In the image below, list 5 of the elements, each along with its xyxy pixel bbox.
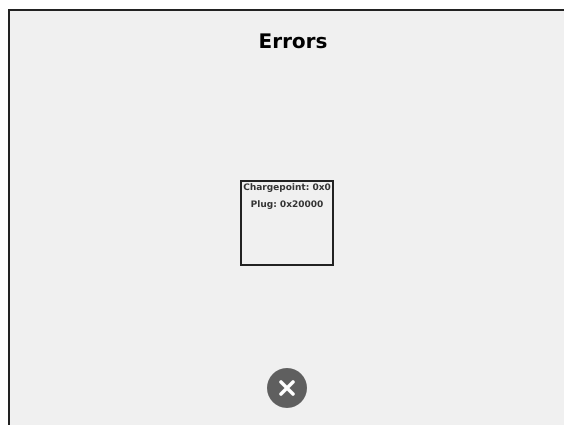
close-button[interactable] [267,368,307,408]
close-icon [278,379,296,397]
dialog-title: Errors [258,28,328,55]
error-text: Plug: 0x20000 [250,200,324,211]
error-text: Chargepoint: 0x0 [243,183,331,194]
